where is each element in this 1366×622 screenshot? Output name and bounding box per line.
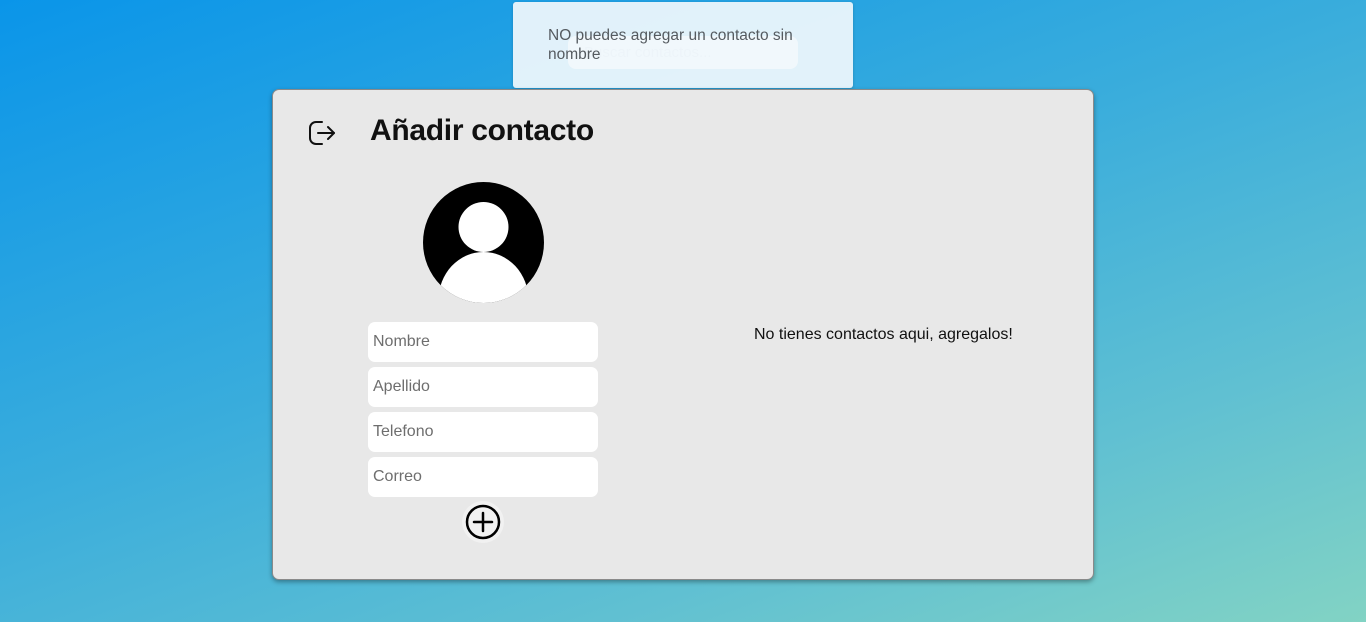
logout-icon[interactable] [307, 118, 337, 148]
telefono-field[interactable] [368, 412, 598, 452]
contact-card: Añadir contacto No tienes contactos aqui… [272, 89, 1094, 580]
page-title: Añadir contacto [370, 114, 594, 147]
toast-message: NO puedes agregar un contacto sin nombre [548, 27, 793, 63]
user-avatar-icon [423, 182, 544, 303]
nombre-field[interactable] [368, 322, 598, 362]
add-contact-button[interactable] [462, 501, 504, 543]
toast-notification: NO puedes agregar un contacto sin nombre [513, 2, 853, 88]
empty-contacts-message: No tienes contactos aqui, agregalos! [754, 326, 1013, 343]
apellido-field[interactable] [368, 367, 598, 407]
correo-field[interactable] [368, 457, 598, 497]
plus-circle-icon [465, 504, 501, 540]
